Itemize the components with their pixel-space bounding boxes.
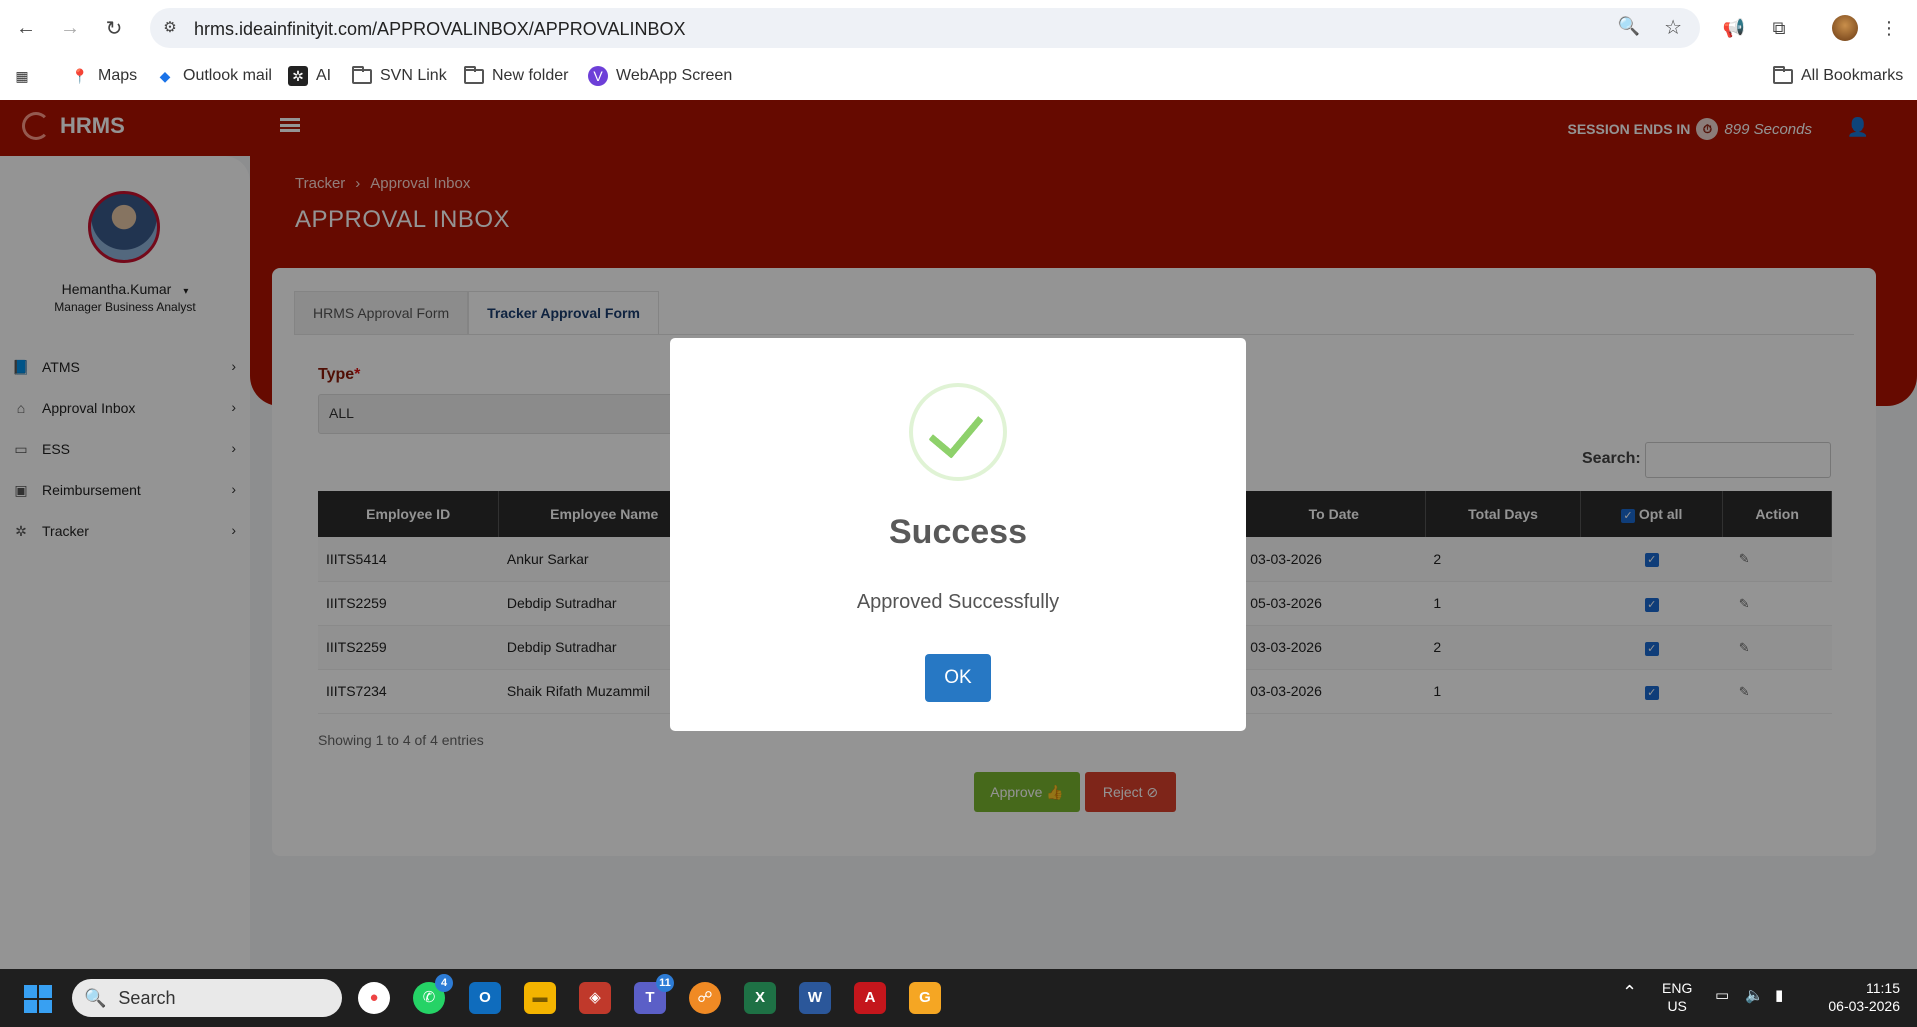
teams-badge: 11 bbox=[656, 974, 674, 992]
bookmark-label: Outlook mail bbox=[183, 67, 272, 84]
language-indicator[interactable]: ENG US bbox=[1662, 979, 1692, 1015]
excel-icon[interactable]: X bbox=[744, 982, 776, 1014]
windows-start-icon[interactable] bbox=[24, 985, 52, 1013]
address-bar[interactable]: ⚙ hrms.ideainfinityit.com/APPROVALINBOX/… bbox=[150, 8, 1700, 48]
taskbar-search-text: Search bbox=[118, 987, 176, 1008]
language-code: ENG bbox=[1662, 980, 1693, 996]
word-icon[interactable]: W bbox=[799, 982, 831, 1014]
success-check-icon bbox=[909, 383, 1007, 481]
back-icon[interactable]: ← bbox=[12, 14, 40, 42]
maps-icon: 📍 bbox=[71, 67, 89, 84]
folder-icon bbox=[1773, 65, 1793, 84]
megaphone-icon[interactable]: 📢 bbox=[1720, 14, 1748, 42]
checkmark-icon bbox=[928, 401, 984, 459]
extensions-icon[interactable]: ⧉ bbox=[1765, 14, 1793, 42]
search-icon: 🔍 bbox=[84, 987, 107, 1008]
bookmark-new-folder[interactable]: New folder bbox=[464, 65, 569, 86]
site-info-icon[interactable]: ⚙ bbox=[160, 18, 180, 38]
windows-taskbar: 🔍 Search ● ✆ 4 O ▬ ◈ T 11 ☍ X W A G ⌃ ENG … bbox=[0, 969, 1917, 1027]
ok-button[interactable]: OK bbox=[925, 654, 991, 702]
bookmark-outlook[interactable]: ◆ Outlook mail bbox=[155, 66, 272, 86]
region-code: US bbox=[1667, 998, 1687, 1014]
all-bookmarks[interactable]: All Bookmarks bbox=[1773, 65, 1904, 86]
apps-grid-icon[interactable]: ▦ bbox=[12, 66, 32, 86]
browser-toolbar: ← → ↻ ⚙ hrms.ideainfinityit.com/APPROVAL… bbox=[0, 0, 1917, 56]
bookmark-label: WebApp Screen bbox=[616, 67, 733, 84]
bookmark-maps[interactable]: 📍 Maps bbox=[70, 66, 137, 86]
volume-icon[interactable]: 🔈 bbox=[1745, 987, 1764, 1005]
bookmarks-bar: ▦ 📍 Maps ◆ Outlook mail ✲ AI SVN Link Ne… bbox=[0, 56, 1917, 100]
dialog-message: Approved Successfully bbox=[856, 591, 1060, 613]
webapp-icon: V bbox=[588, 66, 608, 86]
chrome-icon[interactable]: ● bbox=[358, 982, 390, 1014]
all-bookmarks-label: All Bookmarks bbox=[1801, 67, 1904, 84]
taskbar-search[interactable]: 🔍 Search bbox=[72, 979, 342, 1017]
bookmark-label: AI bbox=[316, 67, 332, 84]
network-app-icon[interactable]: ☍ bbox=[689, 982, 721, 1014]
clock-date: 06-03-2026 bbox=[1828, 998, 1900, 1014]
file-explorer-icon[interactable]: ▬ bbox=[524, 982, 556, 1014]
security-app-icon[interactable]: ◈ bbox=[579, 982, 611, 1014]
zoom-icon[interactable]: 🔍 bbox=[1618, 16, 1640, 37]
ai-icon: ✲ bbox=[288, 66, 308, 86]
clock-time: 11:15 bbox=[1866, 980, 1900, 996]
teams-icon[interactable]: T 11 bbox=[634, 974, 674, 1014]
menu-dots-icon[interactable]: ⋮ bbox=[1875, 14, 1903, 42]
bookmark-star-icon[interactable]: ☆ bbox=[1664, 15, 1682, 40]
folder-icon bbox=[464, 65, 484, 84]
dialog-title: Success bbox=[889, 513, 1027, 551]
bookmark-ai[interactable]: ✲ AI bbox=[288, 66, 331, 86]
url-text[interactable]: hrms.ideainfinityit.com/APPROVALINBOX/AP… bbox=[194, 19, 686, 40]
bookmark-label: SVN Link bbox=[380, 67, 447, 84]
whatsapp-badge: 4 bbox=[435, 974, 453, 992]
display-icon[interactable]: ▭ bbox=[1715, 987, 1729, 1005]
success-dialog: Success Approved Successfully OK bbox=[670, 338, 1246, 731]
reload-icon[interactable]: ↻ bbox=[100, 14, 128, 42]
acrobat-icon[interactable]: A bbox=[854, 982, 886, 1014]
bookmark-svn-link[interactable]: SVN Link bbox=[352, 65, 447, 86]
folder-icon bbox=[352, 65, 372, 84]
whatsapp-icon[interactable]: ✆ 4 bbox=[413, 974, 453, 1014]
outlook-icon[interactable]: O bbox=[469, 982, 501, 1014]
outlook-icon: ◆ bbox=[159, 67, 171, 84]
profile-avatar[interactable] bbox=[1832, 15, 1858, 41]
bookmark-label: New folder bbox=[492, 67, 569, 84]
forward-icon[interactable]: → bbox=[56, 14, 84, 42]
battery-icon[interactable]: ▮ bbox=[1775, 987, 1783, 1005]
bookmark-webapp-screen[interactable]: V WebApp Screen bbox=[588, 66, 732, 86]
paint-app-icon[interactable]: G bbox=[909, 982, 941, 1014]
chevron-up-icon[interactable]: ⌃ bbox=[1622, 983, 1637, 1001]
clock[interactable]: 11:15 06-03-2026 bbox=[1818, 979, 1900, 1015]
bookmark-label: Maps bbox=[98, 67, 138, 84]
